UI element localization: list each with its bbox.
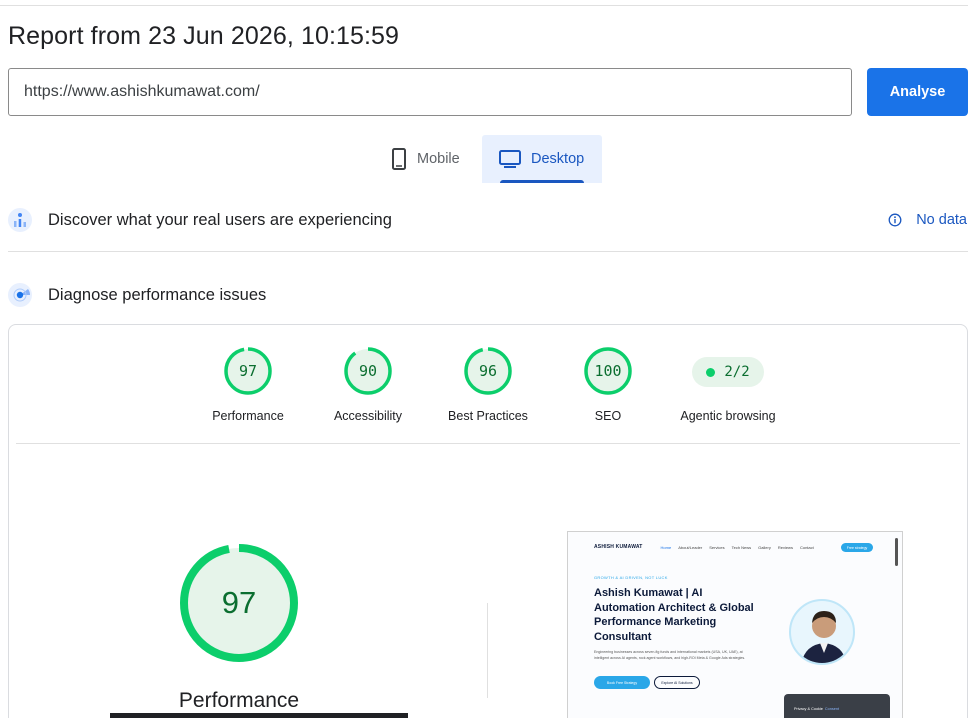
diagnose-heading: Diagnose performance issues [48, 285, 267, 304]
diagnose-section-header: Diagnose performance issues [8, 283, 266, 307]
report-title: Report from 23 Jun 2026, 10:15:59 [8, 22, 400, 50]
thumb-nav-link: Tech News [731, 544, 752, 550]
score-value: 90 [358, 362, 378, 380]
thumb-brand: ASHISH KUMAWAT [594, 544, 643, 550]
thumb-secondary-button: Explore AI Solutions [654, 676, 700, 689]
score-label: SEO [594, 409, 622, 423]
score-label: Best Practices [448, 409, 528, 423]
no-data-label: No data [916, 212, 967, 228]
url-field-container [8, 68, 852, 116]
thumb-primary-button: Book Free Strategy [594, 676, 650, 689]
thumb-nav-link: Reviews [777, 544, 793, 550]
page-screenshot-thumbnail: ASHISH KUMAWAT Home About/Leader Service… [567, 531, 903, 718]
score-performance[interactable]: 97 Performance [188, 346, 308, 423]
thumb-cookie-toast: Privacy & Cookie Consent [784, 694, 890, 718]
no-data-indicator[interactable]: No data [888, 212, 967, 228]
lighthouse-icon [8, 283, 32, 307]
thumb-nav-link: Contact [799, 544, 814, 550]
performance-main-label: Performance [178, 689, 300, 712]
score-gauge: 100 [583, 346, 633, 396]
analyse-button[interactable]: Analyse [867, 68, 968, 116]
real-users-heading: Discover what your real users are experi… [48, 210, 392, 229]
bottom-edge-bar [110, 713, 408, 718]
thumb-avatar [789, 599, 855, 665]
thumb-hero-subtext: Engineering businesses across seven-fig … [594, 650, 746, 660]
score-value: 97 [238, 362, 258, 380]
performance-main-gauge: 97 [179, 543, 299, 663]
score-agentic-browsing[interactable]: 2/2 Agentic browsing [668, 346, 788, 423]
score-gauge: 90 [343, 346, 393, 396]
agentic-badge: 2/2 [692, 357, 764, 387]
score-accessibility[interactable]: 90 Accessibility [308, 346, 428, 423]
thumb-nav-link: Home [660, 544, 672, 550]
thumb-scrollbar [895, 538, 898, 566]
crux-icon [8, 208, 32, 232]
score-seo[interactable]: 100 SEO [548, 346, 668, 423]
score-label: Accessibility [333, 409, 403, 423]
score-gauge: 97 [223, 346, 273, 396]
thumb-kicker: GROWTH & AI DRIVEN, NOT LUCK [594, 575, 668, 580]
phone-icon [391, 148, 407, 170]
tab-mobile-label: Mobile [417, 151, 460, 167]
tab-desktop[interactable]: Desktop [482, 135, 602, 183]
vertical-divider [487, 603, 488, 698]
thumb-nav-link: Gallery [758, 544, 771, 550]
desktop-icon [499, 150, 521, 168]
real-users-section-header: Discover what your real users are experi… [8, 208, 392, 232]
agentic-value: 2/2 [724, 364, 750, 380]
thumb-nav-link: Services [709, 544, 725, 550]
card-divider [16, 443, 960, 444]
thumb-toast-link: Consent [824, 707, 840, 711]
top-divider [0, 5, 968, 6]
tab-desktop-label: Desktop [531, 151, 585, 167]
url-input[interactable] [9, 69, 851, 115]
thumb-toast-text: Privacy & Cookie [794, 707, 823, 711]
thumb-hero-heading: Ashish Kumawat | AI Automation Architect… [594, 587, 754, 643]
thumb-nav-links: Home About/Leader Services Tech News Gal… [661, 545, 814, 550]
score-label: Agentic browsing [680, 409, 776, 423]
pass-dot-icon [706, 367, 716, 377]
thumb-nav-link: About/Leader [678, 544, 703, 550]
device-tabs: Mobile Desktop [377, 135, 602, 183]
thumb-nav-cta: Free strategy [841, 543, 873, 552]
tab-mobile[interactable]: Mobile [377, 135, 482, 183]
info-icon [888, 213, 902, 227]
score-value: 96 [478, 362, 498, 380]
section-divider [8, 251, 968, 252]
score-label: Performance [212, 409, 284, 423]
performance-main-value: 97 [221, 585, 257, 620]
score-value: 100 [594, 362, 622, 380]
score-gauge: 96 [463, 346, 513, 396]
score-best-practices[interactable]: 96 Best Practices [428, 346, 548, 423]
category-scores: 97 Performance 90 Accessibility 96 Best … [188, 346, 788, 423]
